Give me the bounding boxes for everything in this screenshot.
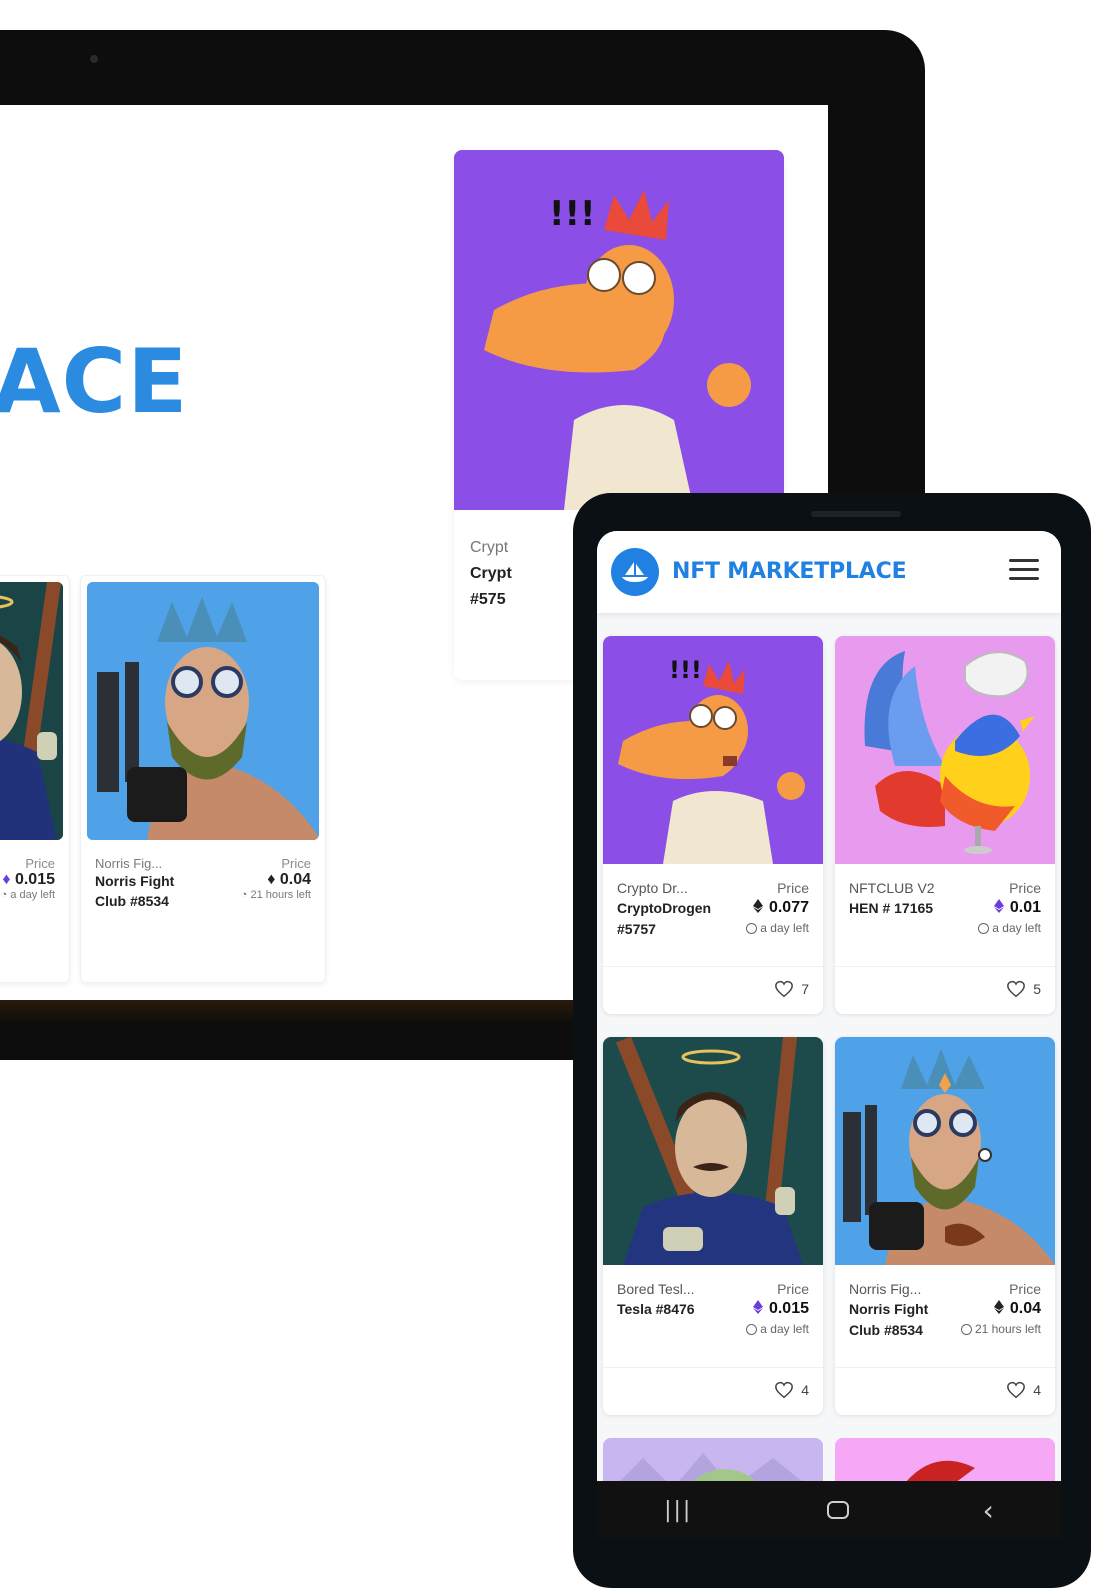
nft-title[interactable]: Norris Fight Club #8534 [849,1299,959,1341]
stage: PLACE Price [0,0,1118,1588]
price-box: Price 0.015 a day left [746,1279,809,1339]
price-value: 0.077 [746,898,809,918]
tesla-artwork-image [0,582,63,840]
heart-icon [775,980,794,998]
like-count: 4 [801,1382,809,1398]
price-label: Price [1009,880,1041,896]
like-button[interactable]: 5 [1006,980,1041,998]
hamburger-menu-icon[interactable] [1009,559,1039,583]
norris-artwork-image [835,1037,1055,1265]
time-left: ◔ a day left [0,889,55,901]
android-nav-bar: ||| ‹ [597,1481,1061,1539]
price-label: Price [281,856,311,871]
price-label: Price [777,880,809,896]
tablet-camera [90,55,98,63]
tablet-card-norris-info: Norris Fig... Norris Fight Club #8534 Pr… [95,856,311,911]
card-footer: 5 [835,966,1055,1014]
price-label: Price [25,856,55,871]
heart-icon [1007,980,1026,998]
card-meta: NFTCLUB V2 HEN # 17165 Price 0.01 a day … [849,878,1041,958]
norris-artwork-image [87,582,319,840]
nft-title: Norris Fight Club #8534 [95,873,175,909]
tablet-heading: PLACE [0,330,189,433]
price-box: Price 0.077 a day left [746,878,809,938]
like-count: 7 [801,981,809,997]
nft-card[interactable]: NFTCLUB V2 HEN # 17165 Price 0.01 a day … [835,636,1055,1014]
tablet-card-tesla[interactable]: Price ♦ 0.015 ◔ a day left [0,575,70,983]
back-button[interactable]: ‹ [983,1494,994,1527]
ethereum-icon [752,1300,763,1314]
phone-speaker [811,511,901,517]
price-value: 0.015 [746,1299,809,1319]
like-count: 5 [1033,981,1041,997]
phone-screen: NFT MARKETPLACE !!! Crypto Dr... CryptoD… [597,531,1061,1481]
card-meta: Crypto Dr... CryptoDrogen #5757 Price 0.… [617,878,809,958]
time-left: 21 hours left [960,1319,1041,1339]
heart-icon [775,1381,794,1399]
nft-card-peek[interactable] [835,1438,1055,1481]
nft-card[interactable]: Norris Fig... Norris Fight Club #8534 Pr… [835,1037,1055,1415]
time-left: a day left [978,918,1041,938]
nft-title[interactable]: HEN # 17165 [849,898,959,919]
nft-card[interactable]: Bored Tesl... Tesla #8476 Price 0.015 a … [603,1037,823,1415]
time-left: ◔ 21 hours left [240,889,311,901]
price-value: ♦ 0.04 [267,871,311,888]
ethereum-icon [752,899,763,913]
recents-button[interactable]: ||| [664,1498,692,1523]
card-meta: Bored Tesl... Tesla #8476 Price 0.015 a … [617,1279,809,1359]
svg-text:!!!: !!! [669,656,702,684]
clock-icon [746,923,758,934]
cryptodrogen-artwork-image: !!! [603,636,823,864]
ethereum-icon [993,1300,1004,1314]
ethereum-icon: ♦ [267,871,280,888]
card-footer: 7 [603,966,823,1014]
card-footer: 4 [835,1367,1055,1415]
like-count: 4 [1033,1382,1041,1398]
nft-title[interactable]: CryptoDrogen #5757 [617,898,727,940]
price-box: Price 0.01 a day left [978,878,1041,938]
home-icon[interactable] [826,1501,849,1519]
card-meta: Norris Fig... Norris Fight Club #8534 Pr… [849,1279,1041,1359]
svg-text:!!!: !!! [549,194,596,234]
like-button[interactable]: 4 [774,1381,809,1399]
nft-card-peek[interactable] [603,1438,823,1481]
heart-icon [1007,1381,1026,1399]
clock-icon [746,1324,758,1335]
like-button[interactable]: 4 [1006,1381,1041,1399]
phone-device: NFT MARKETPLACE !!! Crypto Dr... CryptoD… [573,493,1091,1588]
time-left: a day left [746,1319,809,1339]
ethereum-icon [993,899,1004,913]
featured-artwork-image: !!! [454,150,784,510]
app-header: NFT MARKETPLACE [597,531,1061,613]
price-value: 0.04 [961,1299,1041,1319]
price-label: Price [1009,1281,1041,1297]
featured-card-text: Crypt Crypt #575 [470,539,512,608]
tesla-artwork-image [603,1037,823,1265]
card-footer: 4 [603,1367,823,1415]
like-button[interactable]: 7 [774,980,809,998]
price-value: ♦ 0.015 [2,871,55,888]
price-label: Price [777,1281,809,1297]
sailboat-icon[interactable] [611,548,659,596]
clock-icon [978,923,990,934]
nft-title[interactable]: Tesla #8476 [617,1299,727,1320]
hen-artwork-image [835,636,1055,864]
tablet-card-norris[interactable]: Norris Fig... Norris Fight Club #8534 Pr… [80,575,326,983]
app-title[interactable]: NFT MARKETPLACE [672,559,907,584]
price-value: 0.01 [978,898,1041,918]
price-box: Price 0.04 21 hours left [960,1279,1041,1339]
clock-icon [960,1324,972,1335]
ethereum-icon: ♦ [2,871,15,888]
nft-card[interactable]: !!! Crypto Dr... CryptoDrogen #5757 Pric… [603,636,823,1014]
time-left: a day left [746,918,809,938]
